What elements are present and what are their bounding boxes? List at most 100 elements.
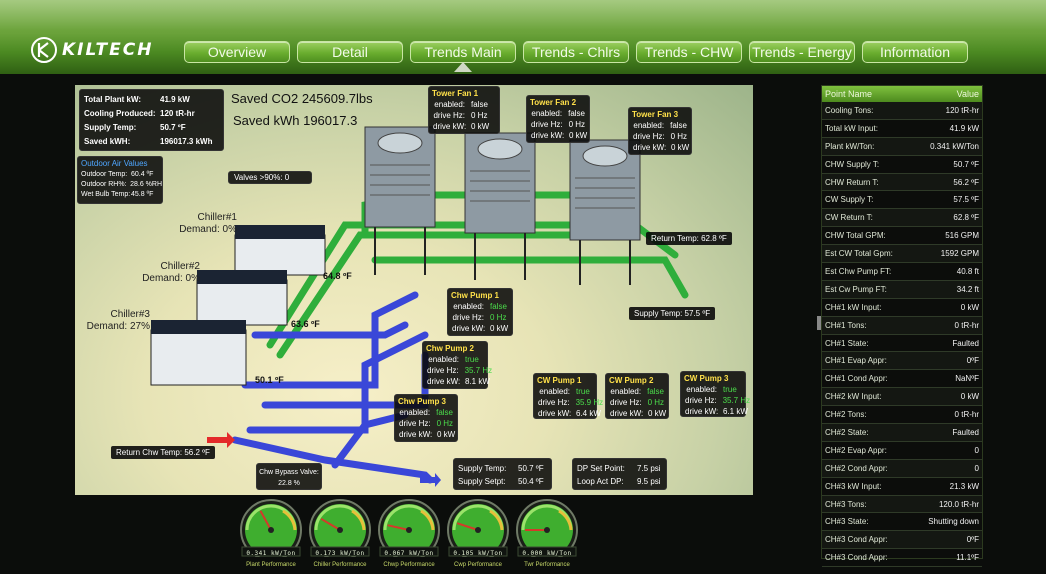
col-value: Value [956, 89, 979, 99]
table-row[interactable]: CH#2 State: Faulted [822, 424, 982, 442]
plant-summary-panel: Total Plant kW: 41.9 kW Cooling Produced:… [79, 89, 224, 151]
table-row[interactable]: CH#1 Tons: 0 tR-hr [822, 316, 982, 335]
point-value-cell: 56.2 ºF [953, 177, 979, 187]
table-row[interactable]: CH#3 Tons: 120.0 tR-hr [822, 495, 982, 514]
dp-panel: DP Set Point: 7.5 psi Loop Act DP: 9.5 psi [572, 458, 667, 490]
brand-logo: KILTECH [30, 36, 153, 64]
point-name-cell: CH#1 Evap Appr: [825, 356, 887, 366]
table-row[interactable]: Est Chw Pump FT: 40.8 ft [822, 263, 982, 281]
point-value-cell: 0ºF [966, 535, 979, 545]
table-row[interactable]: CH#3 Cond Appr: 0ºF [822, 531, 982, 550]
cw-pump-2-panel[interactable]: CW Pump 2 enabled: false drive Hz: 0 Hz dr… [605, 373, 669, 419]
point-value-cell: 57.5 ºF [953, 195, 979, 205]
table-row[interactable]: CW Return T: 62.8 ºF [822, 209, 982, 228]
table-row[interactable]: Plant kW/Ton: 0.341 kW/Ton [822, 137, 982, 156]
active-tab-indicator [454, 62, 472, 72]
gauge-dial-icon [378, 499, 440, 561]
table-row[interactable]: CHW Return T: 56.2 ºF [822, 173, 982, 192]
table-row[interactable]: Cooling Tons: 120 tR-hr [822, 102, 982, 120]
point-value-cell: 41.9 kW [949, 123, 979, 133]
tower-fan-2-panel[interactable]: Tower Fan 2 enabled: false drive Hz: 0 Hz … [526, 95, 590, 143]
return-chw-temp-label: Return Chw Temp: 56.2 ºF [111, 446, 215, 459]
chw-pump-3-panel[interactable]: Chw Pump 3 enabled: false drive Hz: 0 Hz d… [394, 394, 458, 442]
table-row[interactable]: CH#2 Tons: 0 tR-hr [822, 406, 982, 425]
point-value-cell: Faulted [952, 338, 979, 348]
table-row[interactable]: CH#1 Evap Appr: 0ºF [822, 352, 982, 371]
cw-pump-3-panel[interactable]: CW Pump 3 enabled: true drive Hz: 35.7 Hz … [680, 371, 750, 417]
point-name-cell: CH#2 kW Input: [825, 392, 882, 402]
valves-status: Valves >90%: 0 [228, 171, 312, 184]
point-value-cell: 34.2 ft [956, 284, 979, 294]
table-row[interactable]: CH#3 Cond Appr: 11.1ºF [822, 549, 982, 568]
tab-detail[interactable]: Detail [297, 41, 403, 63]
point-name-cell: CH#3 Cond Appr: [825, 535, 888, 545]
point-value-cell: 0 tR-hr [954, 410, 979, 420]
cw-pump-1-panel[interactable]: CW Pump 1 enabled: true drive Hz: 35.9 Hz … [533, 373, 603, 419]
gauge-chiller-performance: 0.173 kW/Ton Chiller Performance [307, 497, 373, 574]
tab-trends-chlrs[interactable]: Trends - Chlrs [523, 41, 629, 63]
point-value-cell: Shutting down [928, 517, 979, 527]
point-value-cell: 120.0 tR-hr [938, 499, 979, 509]
app-root: KILTECH Overview Detail Trends Main Tren… [0, 0, 1046, 574]
table-header: Point Name Value [822, 86, 982, 102]
chiller-1-demand: Chiller#1 Demand: 0% [179, 212, 237, 235]
point-name-cell: Est Chw Pump FT: [825, 267, 892, 277]
table-row[interactable]: Est Cw Pump FT: 34.2 ft [822, 280, 982, 299]
gauge-dial-icon [447, 499, 509, 561]
point-value-cell: Faulted [952, 428, 979, 438]
tab-overview[interactable]: Overview [184, 41, 290, 63]
table-body: Cooling Tons: 120 tR-hr Total kW Input: 41.… [822, 102, 982, 568]
outdoor-air-panel: Outdoor Air Values Outdoor Temp: 60.4 ºF … [77, 156, 163, 204]
point-name-cell: CHW Total GPM: [825, 231, 886, 241]
point-name-cell: CH#1 Tons: [825, 320, 867, 330]
tower-fan-1-panel[interactable]: Tower Fan 1 enabled: false drive Hz: 0 Hz … [428, 86, 500, 134]
table-row[interactable]: CW Supply T: 57.5 ºF [822, 191, 982, 210]
point-value-cell: 62.8 ºF [953, 213, 979, 223]
table-row[interactable]: CH#1 Cond Appr: NaNºF [822, 370, 982, 389]
point-name-cell: CH#1 State: [825, 338, 869, 348]
point-name-cell: CH#3 State: [825, 517, 869, 527]
point-value-cell: 50.7 ºF [953, 159, 979, 169]
tab-trends-energy[interactable]: Trends - Energy [749, 41, 855, 63]
plant-diagram: Total Plant kW: 41.9 kW Cooling Produced:… [75, 85, 753, 495]
table-row[interactable]: Est CW Total Gpm: 1592 GPM [822, 245, 982, 264]
table-row[interactable]: CHW Supply T: 50.7 ºF [822, 156, 982, 174]
table-row[interactable]: CHW Total GPM: 516 GPM [822, 227, 982, 246]
gauge-plant-performance: 0.341 kW/Ton Plant Performance [238, 497, 304, 574]
table-row[interactable]: CH#1 State: Faulted [822, 335, 982, 353]
pipe-temp-3: 50.1 ºF [255, 375, 284, 385]
table-row[interactable]: CH#3 kW Input: 21.3 kW [822, 478, 982, 496]
tab-trends-main[interactable]: Trends Main [410, 41, 516, 63]
point-name-cell: Plant kW/Ton: [825, 141, 875, 151]
col-point-name: Point Name [825, 89, 873, 99]
gauge-twr-performance: 0.000 kW/Ton Twr Performance [514, 497, 580, 574]
tower-fan-3-panel[interactable]: Tower Fan 3 enabled: false drive Hz: 0 Hz … [628, 107, 692, 155]
tab-trends-chw[interactable]: Trends - CHW [636, 41, 742, 63]
saved-kwh-text: Saved kWh 196017.3 [233, 113, 358, 128]
chw-pump-2-panel[interactable]: Chw Pump 2 enabled: true drive Hz: 35.7 Hz… [422, 341, 492, 389]
chw-pump-1-panel[interactable]: Chw Pump 1 enabled: false drive Hz: 0 Hz d… [447, 288, 513, 336]
gauge-dial-icon [516, 499, 578, 561]
point-value-cell: 0 kW [960, 392, 979, 402]
table-row[interactable]: CH#2 Evap Appr: 0 [822, 442, 982, 460]
table-row[interactable]: CH#2 kW Input: 0 kW [822, 388, 982, 407]
table-row[interactable]: CH#2 Cond Appr: 0 [822, 459, 982, 478]
chw-bypass-valve-panel[interactable]: Chw Bypass Valve: 22.8 % [256, 463, 322, 490]
saved-co2-text: Saved CO2 245609.7lbs [231, 91, 373, 106]
table-row[interactable]: Total kW Input: 41.9 kW [822, 120, 982, 138]
point-name-cell: CH#2 State: [825, 428, 869, 438]
outdoor-air-title: Outdoor Air Values [81, 159, 148, 168]
tab-information[interactable]: Information [862, 41, 968, 63]
wet-bulb-row: Wet Bulb Temp: 45.8 ºF [81, 191, 154, 198]
pipe-temp-2: 63.6 ºF [291, 319, 320, 329]
point-name-cell: CH#2 Evap Appr: [825, 445, 887, 455]
point-name-cell: Est CW Total Gpm: [825, 249, 893, 259]
point-name-cell: CHW Supply T: [825, 159, 880, 169]
table-row[interactable]: CH#3 State: Shutting down [822, 513, 982, 532]
kiltech-logo-icon [31, 37, 57, 63]
chiller-3-demand: Chiller#3 Demand: 27% [86, 309, 150, 332]
point-value-cell: 0 tR-hr [954, 320, 979, 330]
point-value-cell: 40.8 ft [956, 267, 979, 277]
gauge-chwp-performance: 0.067 kW/Ton Chwp Performance [376, 497, 442, 574]
table-row[interactable]: CH#1 kW Input: 0 kW [822, 299, 982, 317]
